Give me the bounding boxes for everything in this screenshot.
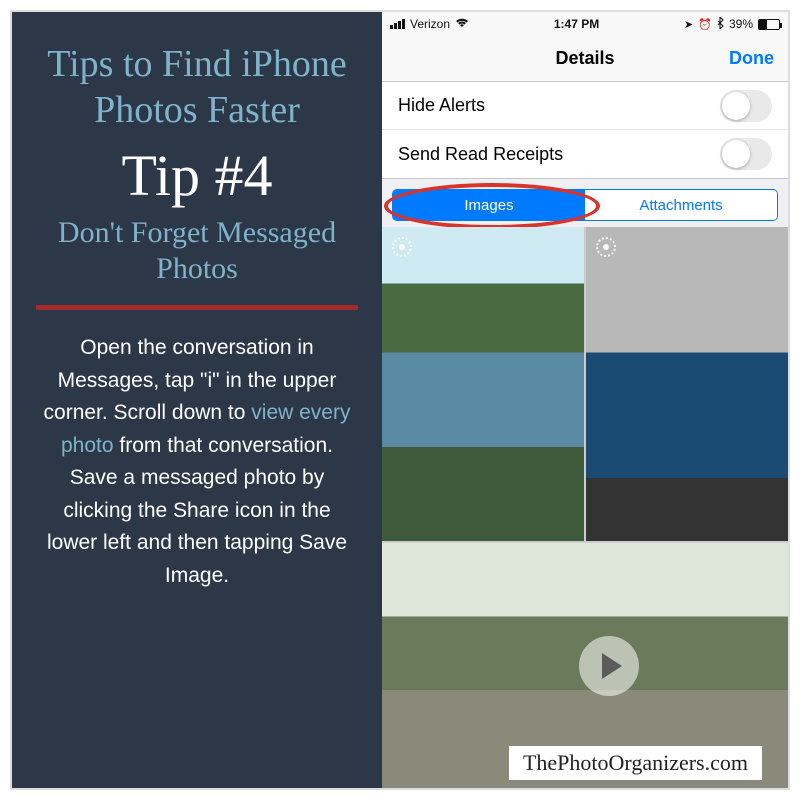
tab-attachments[interactable]: Attachments (585, 190, 777, 220)
battery-pct: 39% (729, 17, 753, 31)
status-right: ➤ ⏰ 39% (684, 17, 780, 32)
battery-icon (758, 19, 780, 30)
wifi-icon (455, 17, 469, 31)
photo-grid (382, 227, 788, 788)
status-time: 1:47 PM (554, 17, 599, 31)
photo-thumbnail[interactable] (586, 227, 788, 541)
alarm-icon: ⏰ (698, 18, 712, 31)
body-text-3: Save a messaged photo by clicking the Sh… (47, 466, 347, 587)
footer-url: ThePhotoOrganizers.com (509, 746, 762, 780)
read-receipts-toggle[interactable] (720, 138, 772, 170)
panel-title: Tips to Find iPhone Photos Faster (36, 42, 358, 133)
settings-section: Hide Alerts Send Read Receipts (382, 82, 788, 179)
divider-rule (36, 305, 358, 310)
info-panel: Tips to Find iPhone Photos Faster Tip #4… (12, 12, 382, 788)
body-text-2: from that conversation. (114, 434, 333, 457)
hide-alerts-label: Hide Alerts (398, 95, 485, 116)
hide-alerts-toggle[interactable] (720, 90, 772, 122)
photo-thumbnail[interactable] (382, 227, 584, 541)
status-left: Verizon (390, 17, 469, 31)
read-receipts-row: Send Read Receipts (382, 130, 788, 178)
read-receipts-label: Send Read Receipts (398, 144, 563, 165)
status-bar: Verizon 1:47 PM ➤ ⏰ 39% (382, 12, 788, 36)
nav-title: Details (555, 48, 614, 69)
live-photo-icon (596, 237, 616, 257)
card-frame: Tips to Find iPhone Photos Faster Tip #4… (10, 10, 790, 790)
tip-body: Open the conversation in Messages, tap "… (36, 332, 358, 592)
hide-alerts-row: Hide Alerts (382, 82, 788, 130)
location-icon: ➤ (684, 18, 693, 31)
phone-screenshot: Verizon 1:47 PM ➤ ⏰ 39% Details Done (382, 12, 788, 788)
done-button[interactable]: Done (729, 48, 774, 69)
nav-bar: Details Done (382, 36, 788, 82)
segmented-wrap: Images Attachments (382, 179, 788, 227)
segmented-control: Images Attachments (392, 189, 778, 221)
bluetooth-icon (717, 17, 724, 32)
tip-subtitle: Don't Forget Messaged Photos (36, 215, 358, 287)
play-icon (579, 636, 639, 696)
signal-icon (390, 19, 405, 29)
tip-number: Tip #4 (121, 147, 272, 205)
live-photo-icon (392, 237, 412, 257)
carrier-label: Verizon (410, 17, 450, 31)
tab-images[interactable]: Images (393, 190, 585, 220)
